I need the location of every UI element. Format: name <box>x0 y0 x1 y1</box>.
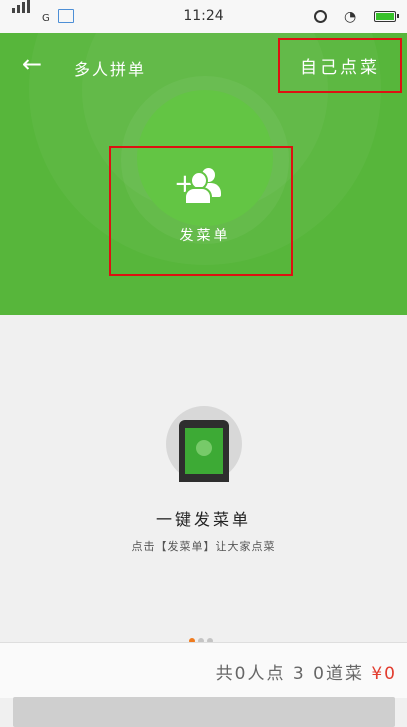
guide-title: 一键发菜单 <box>155 510 251 529</box>
self-order-label: 自己点菜 <box>300 58 380 78</box>
phone-wechat-icon <box>179 420 229 482</box>
order-total-price: ¥0 <box>371 664 397 684</box>
back-arrow-icon[interactable]: ← <box>22 52 42 76</box>
battery-icon <box>374 11 399 22</box>
self-order-button[interactable]: 自己点菜 <box>278 38 402 93</box>
guide-subtitle: 点击【发菜单】让大家点菜 <box>131 540 276 553</box>
page-title: 多人拼单 <box>74 60 147 79</box>
send-menu-button[interactable] <box>109 146 293 276</box>
alarm-icon <box>314 10 327 23</box>
bottom-action-button[interactable] <box>13 697 395 727</box>
header-panel: ← 多人拼单 自己点菜 + 发菜单 <box>0 33 407 315</box>
wifi-icon: ◔ <box>344 9 357 25</box>
order-count-text: 共0人点 3 0道菜 <box>215 664 364 684</box>
status-bar: G 11:24 ◔ <box>0 0 407 34</box>
order-summary-bar: 共0人点 3 0道菜 ¥0 <box>0 642 407 698</box>
order-summary: 共0人点 3 0道菜 ¥0 <box>216 659 397 684</box>
